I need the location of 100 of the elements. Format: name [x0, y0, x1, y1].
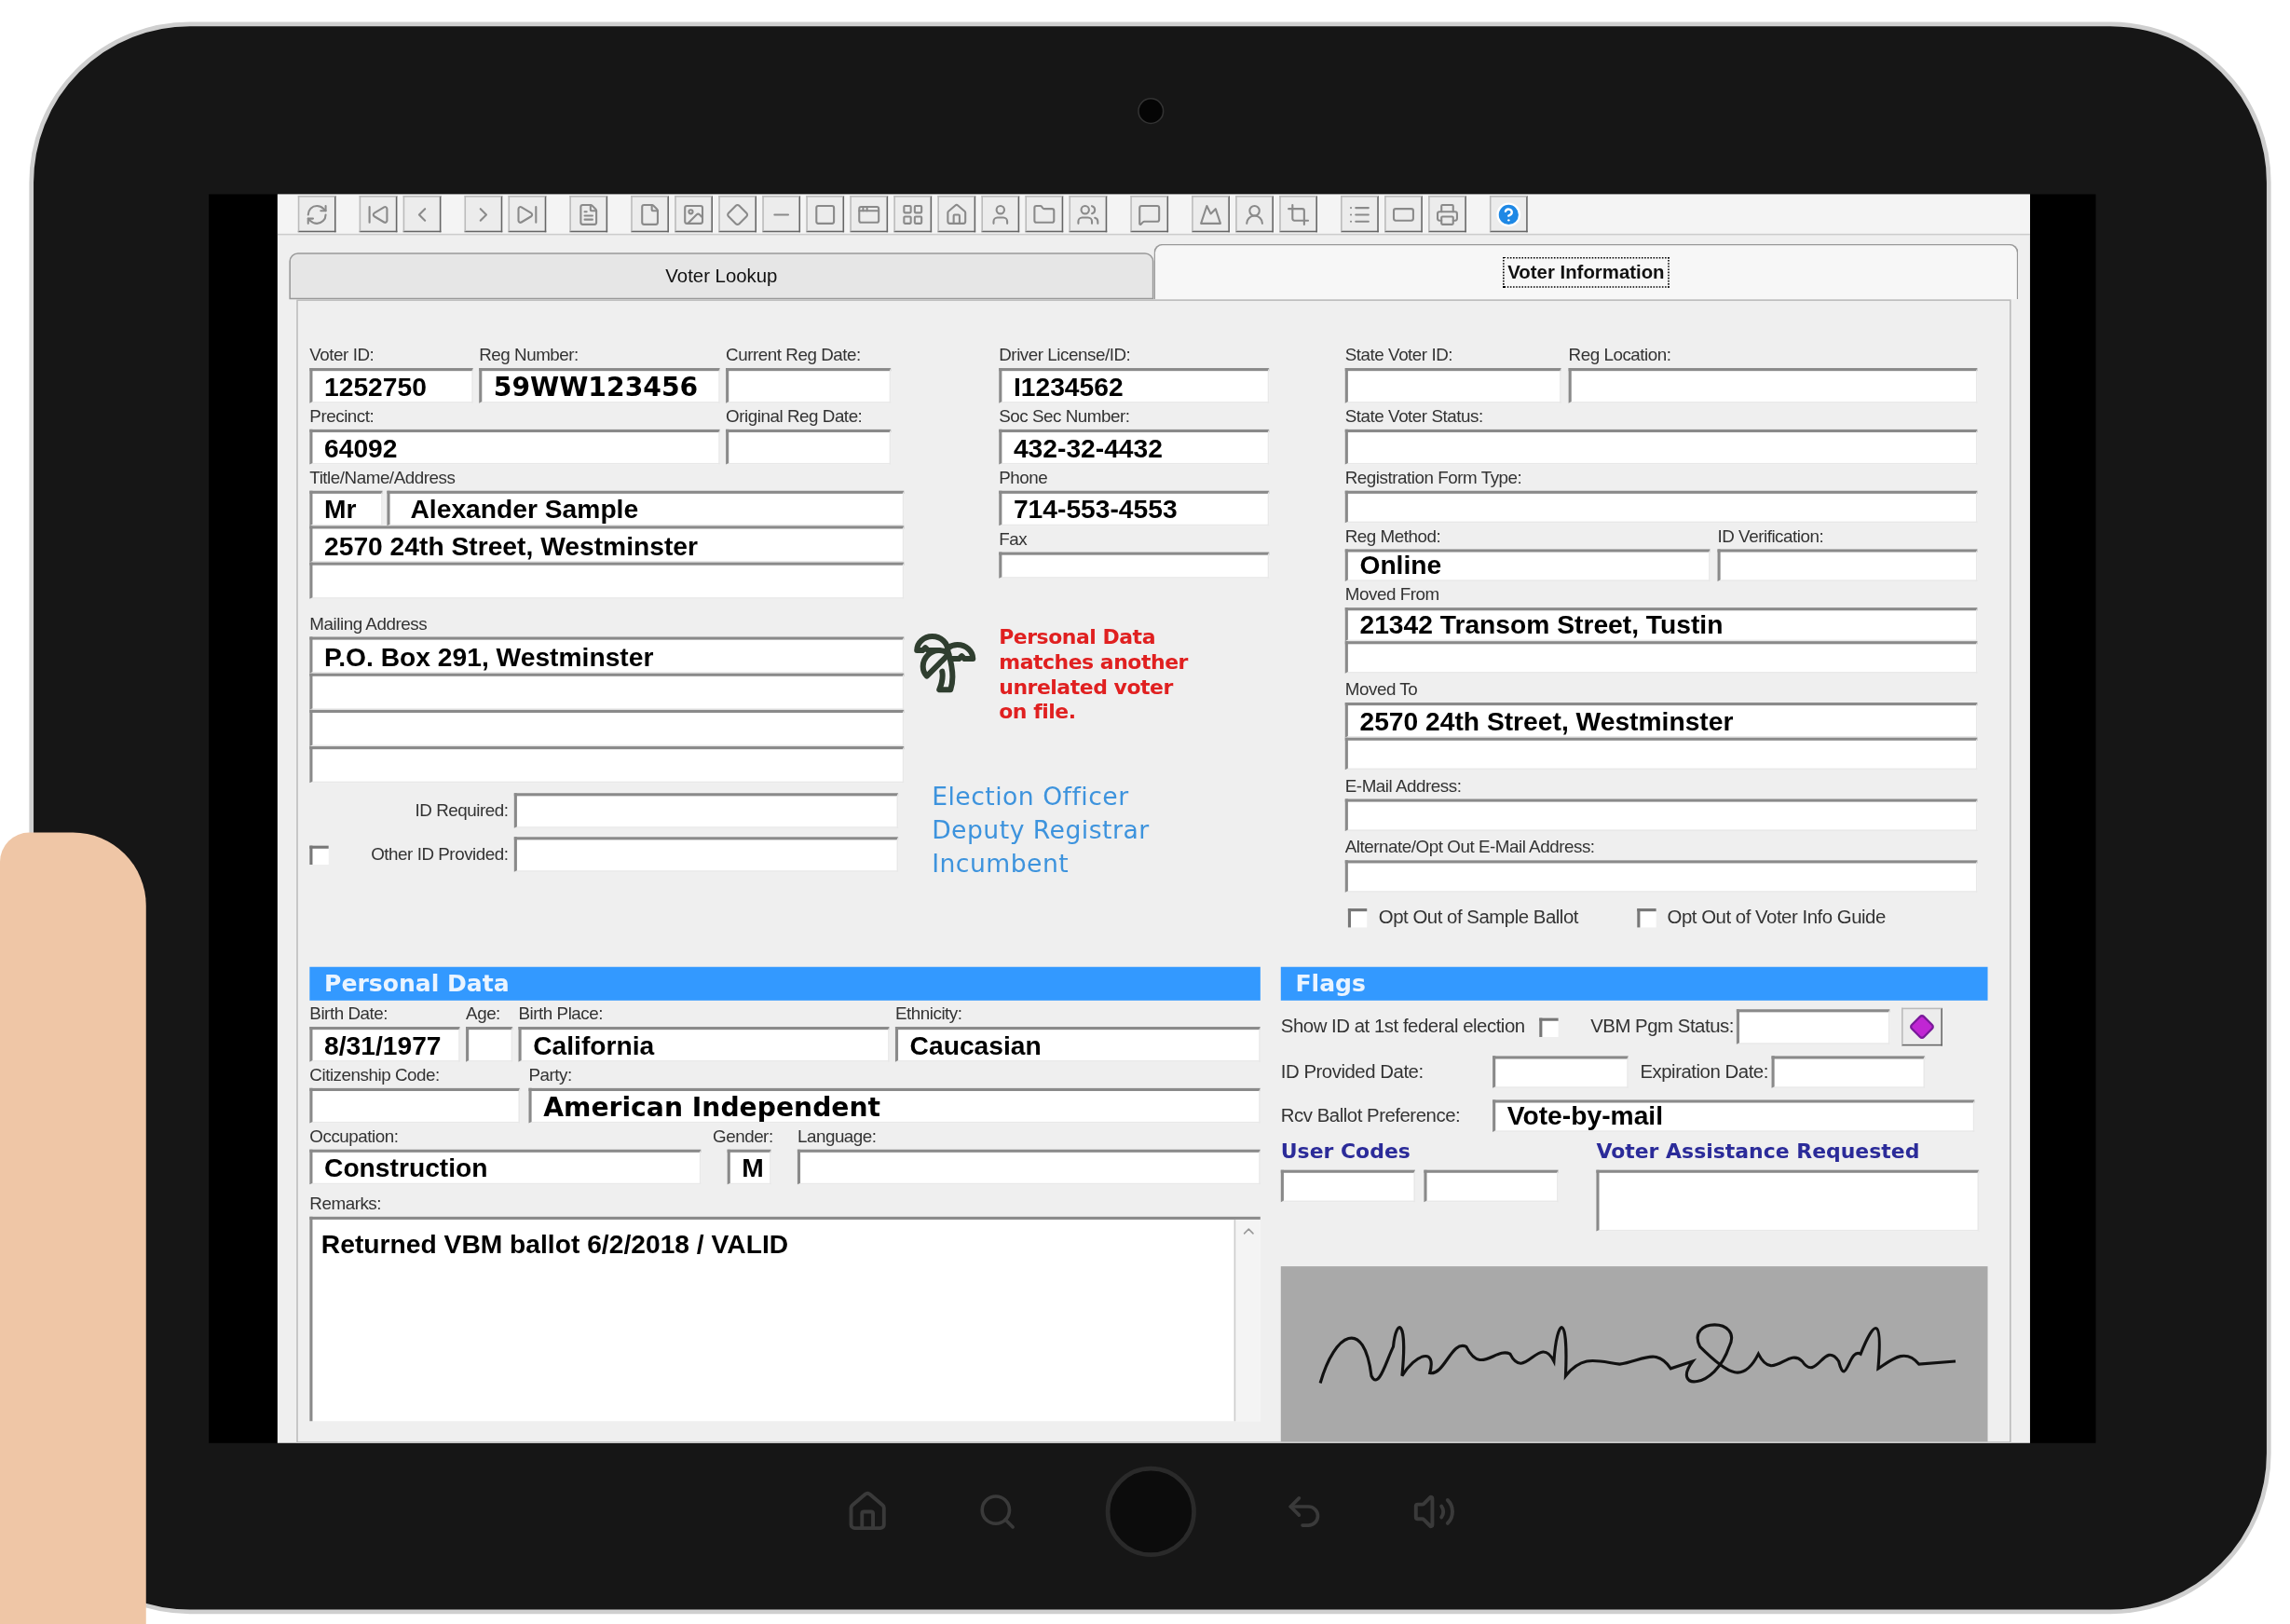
text-field[interactable]: I1234562 [999, 368, 1270, 403]
text-field[interactable]: American Independent [528, 1087, 1261, 1124]
printer-icon[interactable] [1428, 196, 1466, 233]
field-label: Fax [999, 528, 1028, 550]
text-field[interactable] [309, 562, 905, 599]
rectangle-icon[interactable] [1384, 196, 1423, 233]
text-field[interactable]: Alexander Sample [387, 490, 905, 526]
checkbox[interactable] [309, 844, 329, 865]
text-field[interactable]: P.O. Box 291, Westminster [309, 636, 905, 674]
text-field[interactable] [1344, 490, 1978, 524]
text-field[interactable]: 21342 Transom Street, Tustin [1344, 607, 1978, 642]
text-field[interactable]: 64092 [309, 429, 720, 465]
refresh-icon[interactable] [297, 196, 336, 233]
checkbox[interactable] [1347, 908, 1368, 927]
text-field[interactable]: 2570 24th Street, Westminster [309, 525, 905, 563]
warning-message: Personal Data matches another unrelated voter on file. [999, 624, 1190, 725]
field-label: Phone [999, 467, 1048, 488]
field-label: Ethnicity: [894, 1003, 962, 1024]
bar-icon[interactable] [762, 196, 801, 233]
checkbox[interactable] [1636, 908, 1656, 927]
field-label: Reg Location: [1568, 344, 1671, 365]
field-label: Voter ID: [309, 344, 375, 365]
text-field[interactable]: Mr [309, 490, 383, 526]
text-field[interactable] [1737, 1009, 1890, 1044]
text-field[interactable]: 8/31/1977 [309, 1027, 460, 1062]
text-field[interactable]: 59WW123456 [479, 368, 720, 403]
text-field[interactable] [1568, 368, 1978, 403]
text-field[interactable]: Caucasian [894, 1027, 1261, 1062]
text-field[interactable] [309, 746, 905, 784]
text-field[interactable] [513, 793, 899, 828]
text-field[interactable] [1344, 429, 1978, 465]
tab[interactable]: Voter Information [1153, 243, 2019, 300]
field-label: ID Provided Date: [1280, 1061, 1424, 1083]
field-label: Moved From [1344, 584, 1439, 605]
checkbox[interactable] [1539, 1017, 1559, 1037]
text-field[interactable] [797, 1149, 1261, 1185]
text-field[interactable]: 2570 24th Street, Westminster [1344, 703, 1978, 738]
help-icon[interactable] [1489, 196, 1528, 233]
text-field[interactable] [309, 709, 905, 747]
text-field[interactable]: 1252750 [309, 368, 473, 403]
field-label: Original Reg Date: [726, 405, 863, 427]
text-field[interactable] [999, 552, 1270, 579]
square-icon[interactable] [806, 196, 845, 233]
skip-back-icon[interactable] [359, 196, 398, 233]
folder-icon[interactable] [1025, 196, 1064, 233]
text-field[interactable] [1344, 860, 1978, 893]
text-field[interactable]: M [727, 1149, 771, 1185]
field-label: Gender: [713, 1126, 773, 1147]
text-field[interactable]: Vote-by-mail [1493, 1099, 1975, 1132]
people-icon[interactable] [1069, 196, 1108, 233]
text-field[interactable] [309, 673, 905, 710]
field-label: Birth Date: [309, 1003, 388, 1024]
list-icon[interactable] [1341, 196, 1379, 233]
section-header: Flags [1280, 966, 1988, 1001]
crop-icon[interactable] [1279, 196, 1317, 233]
scrollbar[interactable] [1234, 1219, 1261, 1422]
text-field[interactable] [1717, 549, 1978, 581]
text-field[interactable] [1596, 1169, 1980, 1232]
text-field[interactable] [726, 368, 892, 403]
document-icon[interactable] [569, 196, 608, 233]
mountain-icon[interactable] [1192, 196, 1230, 233]
text-field[interactable] [726, 429, 892, 465]
field-label: State Voter Status: [1344, 405, 1483, 427]
field-label: ID Required: [415, 800, 509, 821]
skip-forward-icon[interactable] [508, 196, 547, 233]
text-field[interactable]: 714-553-4553 [999, 490, 1270, 526]
text-field[interactable] [1493, 1056, 1629, 1088]
text-field[interactable] [1344, 737, 1978, 771]
field-label: Reg Number: [479, 344, 579, 365]
text-field[interactable] [1344, 798, 1978, 831]
text-field[interactable] [513, 837, 899, 872]
person-icon[interactable] [981, 196, 1020, 233]
text-field[interactable] [1280, 1169, 1415, 1203]
field-label: Reg Method: [1344, 525, 1441, 547]
image-icon[interactable] [675, 196, 713, 233]
text-field[interactable] [1344, 641, 1978, 674]
text-field[interactable] [1771, 1056, 1925, 1088]
speech-bubble-icon[interactable] [1130, 196, 1169, 233]
text-field[interactable]: Online [1344, 549, 1711, 581]
field-label: Current Reg Date: [726, 344, 861, 365]
page-icon[interactable] [631, 196, 669, 233]
field-label: Opt Out of Voter Info Guide [1667, 907, 1886, 928]
remarks-field[interactable]: Returned VBM ballot 6/2/2018 / VALID [309, 1216, 1261, 1422]
tab[interactable]: Voter Lookup [289, 252, 1154, 300]
house-icon[interactable] [937, 196, 976, 233]
text-field[interactable] [466, 1027, 513, 1062]
field-label: Moved To [1344, 678, 1418, 700]
field-label: Alternate/Opt Out E-Mail Address: [1344, 837, 1595, 858]
text-field[interactable] [309, 1087, 521, 1124]
text-field[interactable]: California [518, 1027, 890, 1062]
person-icon[interactable] [1235, 196, 1274, 233]
grid-icon[interactable] [893, 196, 933, 233]
text-field[interactable]: 432-32-4432 [999, 429, 1270, 465]
text-field[interactable] [1424, 1169, 1559, 1203]
text-field[interactable]: Construction [309, 1149, 702, 1185]
field-label: Age: [466, 1003, 500, 1024]
field-label: Driver License/ID: [999, 344, 1131, 365]
window-icon[interactable] [850, 196, 889, 233]
text-field[interactable] [1344, 368, 1561, 403]
field-label: Citizenship Code: [309, 1064, 440, 1085]
